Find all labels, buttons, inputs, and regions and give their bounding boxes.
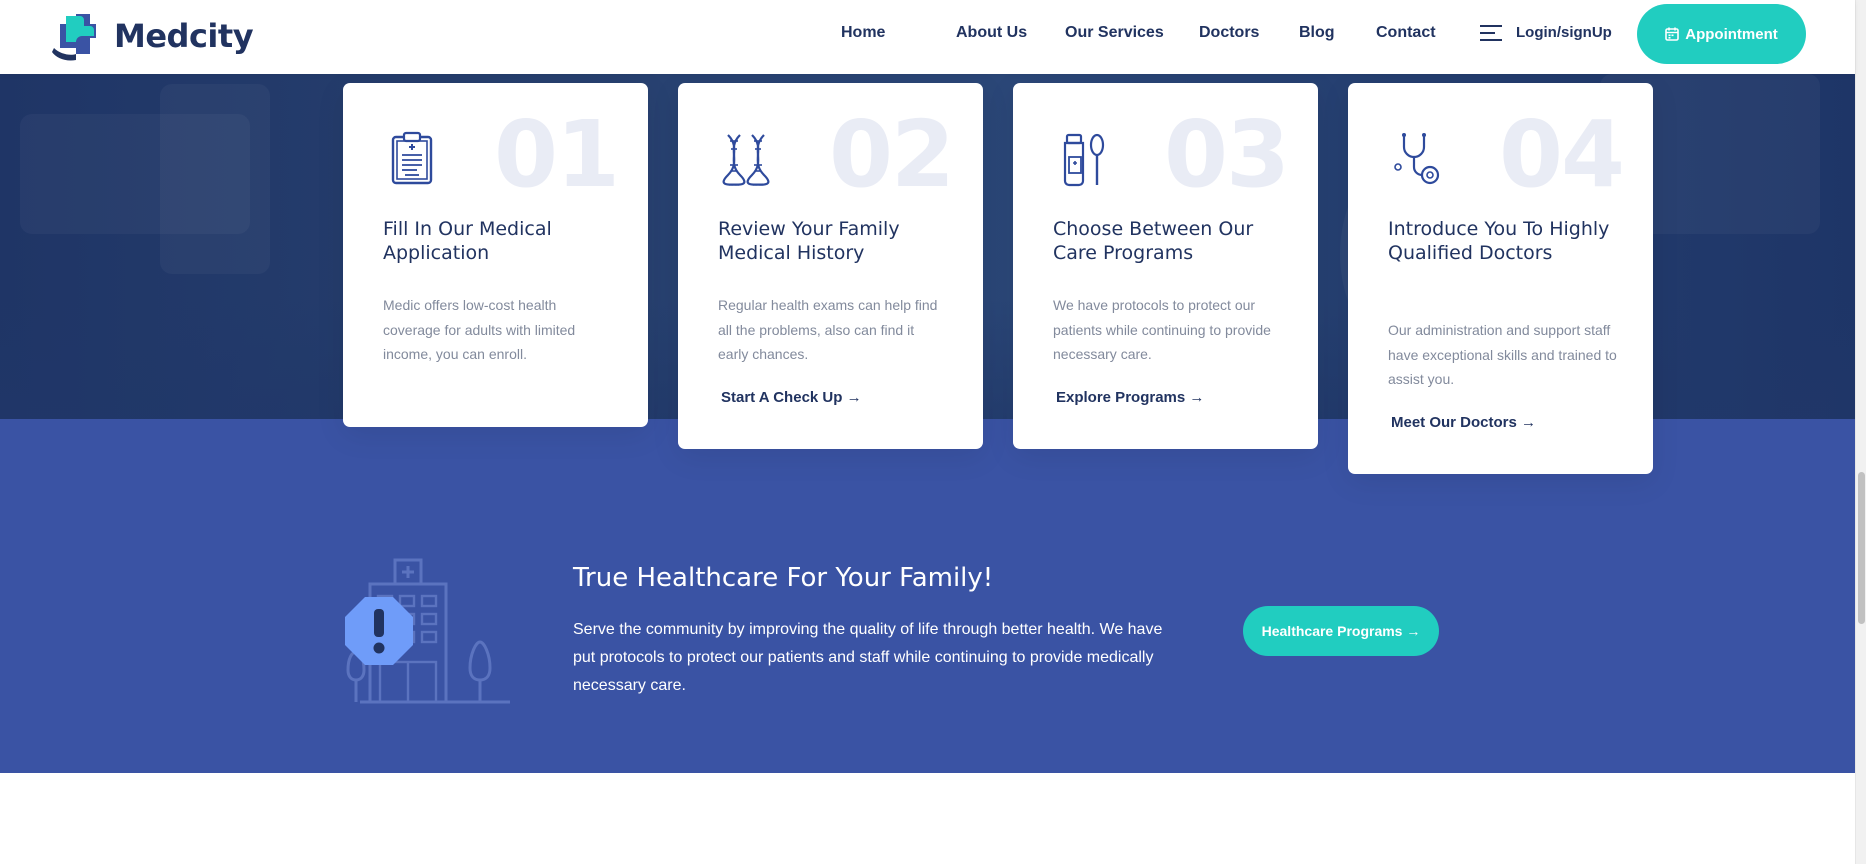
nav-our-services[interactable]: Our Services — [1065, 24, 1164, 42]
link-label: Explore Programs — [1056, 389, 1186, 406]
button-label: Healthcare Programs — [1261, 623, 1403, 639]
arrow-right-icon: → — [1406, 623, 1421, 639]
arrow-right-icon: → — [1189, 389, 1205, 406]
appointment-button[interactable]: Appointment — [1637, 4, 1806, 64]
card-text: Regular health exams can help find all t… — [718, 297, 938, 362]
start-check-up-link[interactable]: Start A Check Up → — [721, 389, 862, 406]
card-text: Medic offers low-cost health coverage fo… — [383, 297, 576, 362]
link-label: Meet Our Doctors — [1391, 414, 1517, 431]
nav-blog[interactable]: Blog — [1299, 24, 1335, 42]
card-title: Review Your Family Medical History — [718, 218, 900, 264]
card-title: Choose Between Our Care Programs — [1053, 218, 1254, 264]
arrow-right-icon: → — [846, 389, 862, 406]
nav-doctors[interactable]: Doctors — [1199, 24, 1259, 42]
arrow-right-icon: → — [1521, 414, 1537, 431]
dna-icon — [722, 134, 770, 187]
logo-text: Medcity — [114, 17, 254, 55]
nav-about-us[interactable]: About Us — [956, 24, 1027, 42]
healthcare-programs-button[interactable]: Healthcare Programs → — [1243, 606, 1439, 656]
cta-title: True Healthcare For Your Family! — [573, 563, 994, 593]
process-card-3: 03 Choose Between Our Care Programs We h… — [1013, 83, 1318, 449]
appointment-label: Appointment — [1685, 25, 1778, 43]
process-card-4: 04 Introduce You To Highly Qualified Doc… — [1348, 83, 1653, 474]
medicine-spoon-icon — [1063, 133, 1105, 187]
calendar-icon — [1665, 27, 1680, 41]
card-text: Our administration and support staff hav… — [1388, 322, 1617, 387]
menu-lines-icon — [1480, 24, 1502, 41]
stethoscope-icon — [1394, 133, 1440, 185]
link-label: Start A Check Up — [721, 389, 843, 406]
meet-our-doctors-link[interactable]: Meet Our Doctors → — [1391, 414, 1536, 431]
step-number: 02 — [828, 101, 955, 208]
card-title: Introduce You To Highly Qualified Doctor… — [1388, 218, 1610, 264]
login-signup-label: Login/signUp — [1516, 24, 1612, 41]
scrollbar-thumb[interactable] — [1858, 472, 1865, 624]
step-number: 03 — [1163, 101, 1290, 208]
explore-programs-link[interactable]: Explore Programs → — [1056, 389, 1204, 406]
logo[interactable]: Medcity — [50, 10, 254, 62]
clipboard-icon — [391, 131, 433, 185]
process-card-2: 02 Review Your Family Medical History Re… — [678, 83, 983, 449]
nav-contact[interactable]: Contact — [1376, 24, 1436, 42]
login-signup-link[interactable]: Login/signUp — [1480, 24, 1612, 41]
card-title: Fill In Our Medical Application — [383, 218, 552, 264]
page-scrollbar[interactable] — [1855, 0, 1866, 864]
site-header: Medcity Home About Us Our Services Docto… — [0, 0, 1855, 74]
card-text: We have protocols to protect our patient… — [1053, 297, 1271, 362]
nav-home[interactable]: Home — [841, 24, 885, 42]
logo-cross-icon — [52, 14, 96, 61]
alert-octagon-icon — [345, 597, 413, 665]
cta-text: Serve the community by improving the qua… — [573, 621, 1163, 694]
process-card-1: 01 Fill In Our Medical Application Medic… — [343, 83, 648, 427]
step-number: 01 — [493, 101, 620, 208]
step-number: 04 — [1498, 101, 1625, 208]
